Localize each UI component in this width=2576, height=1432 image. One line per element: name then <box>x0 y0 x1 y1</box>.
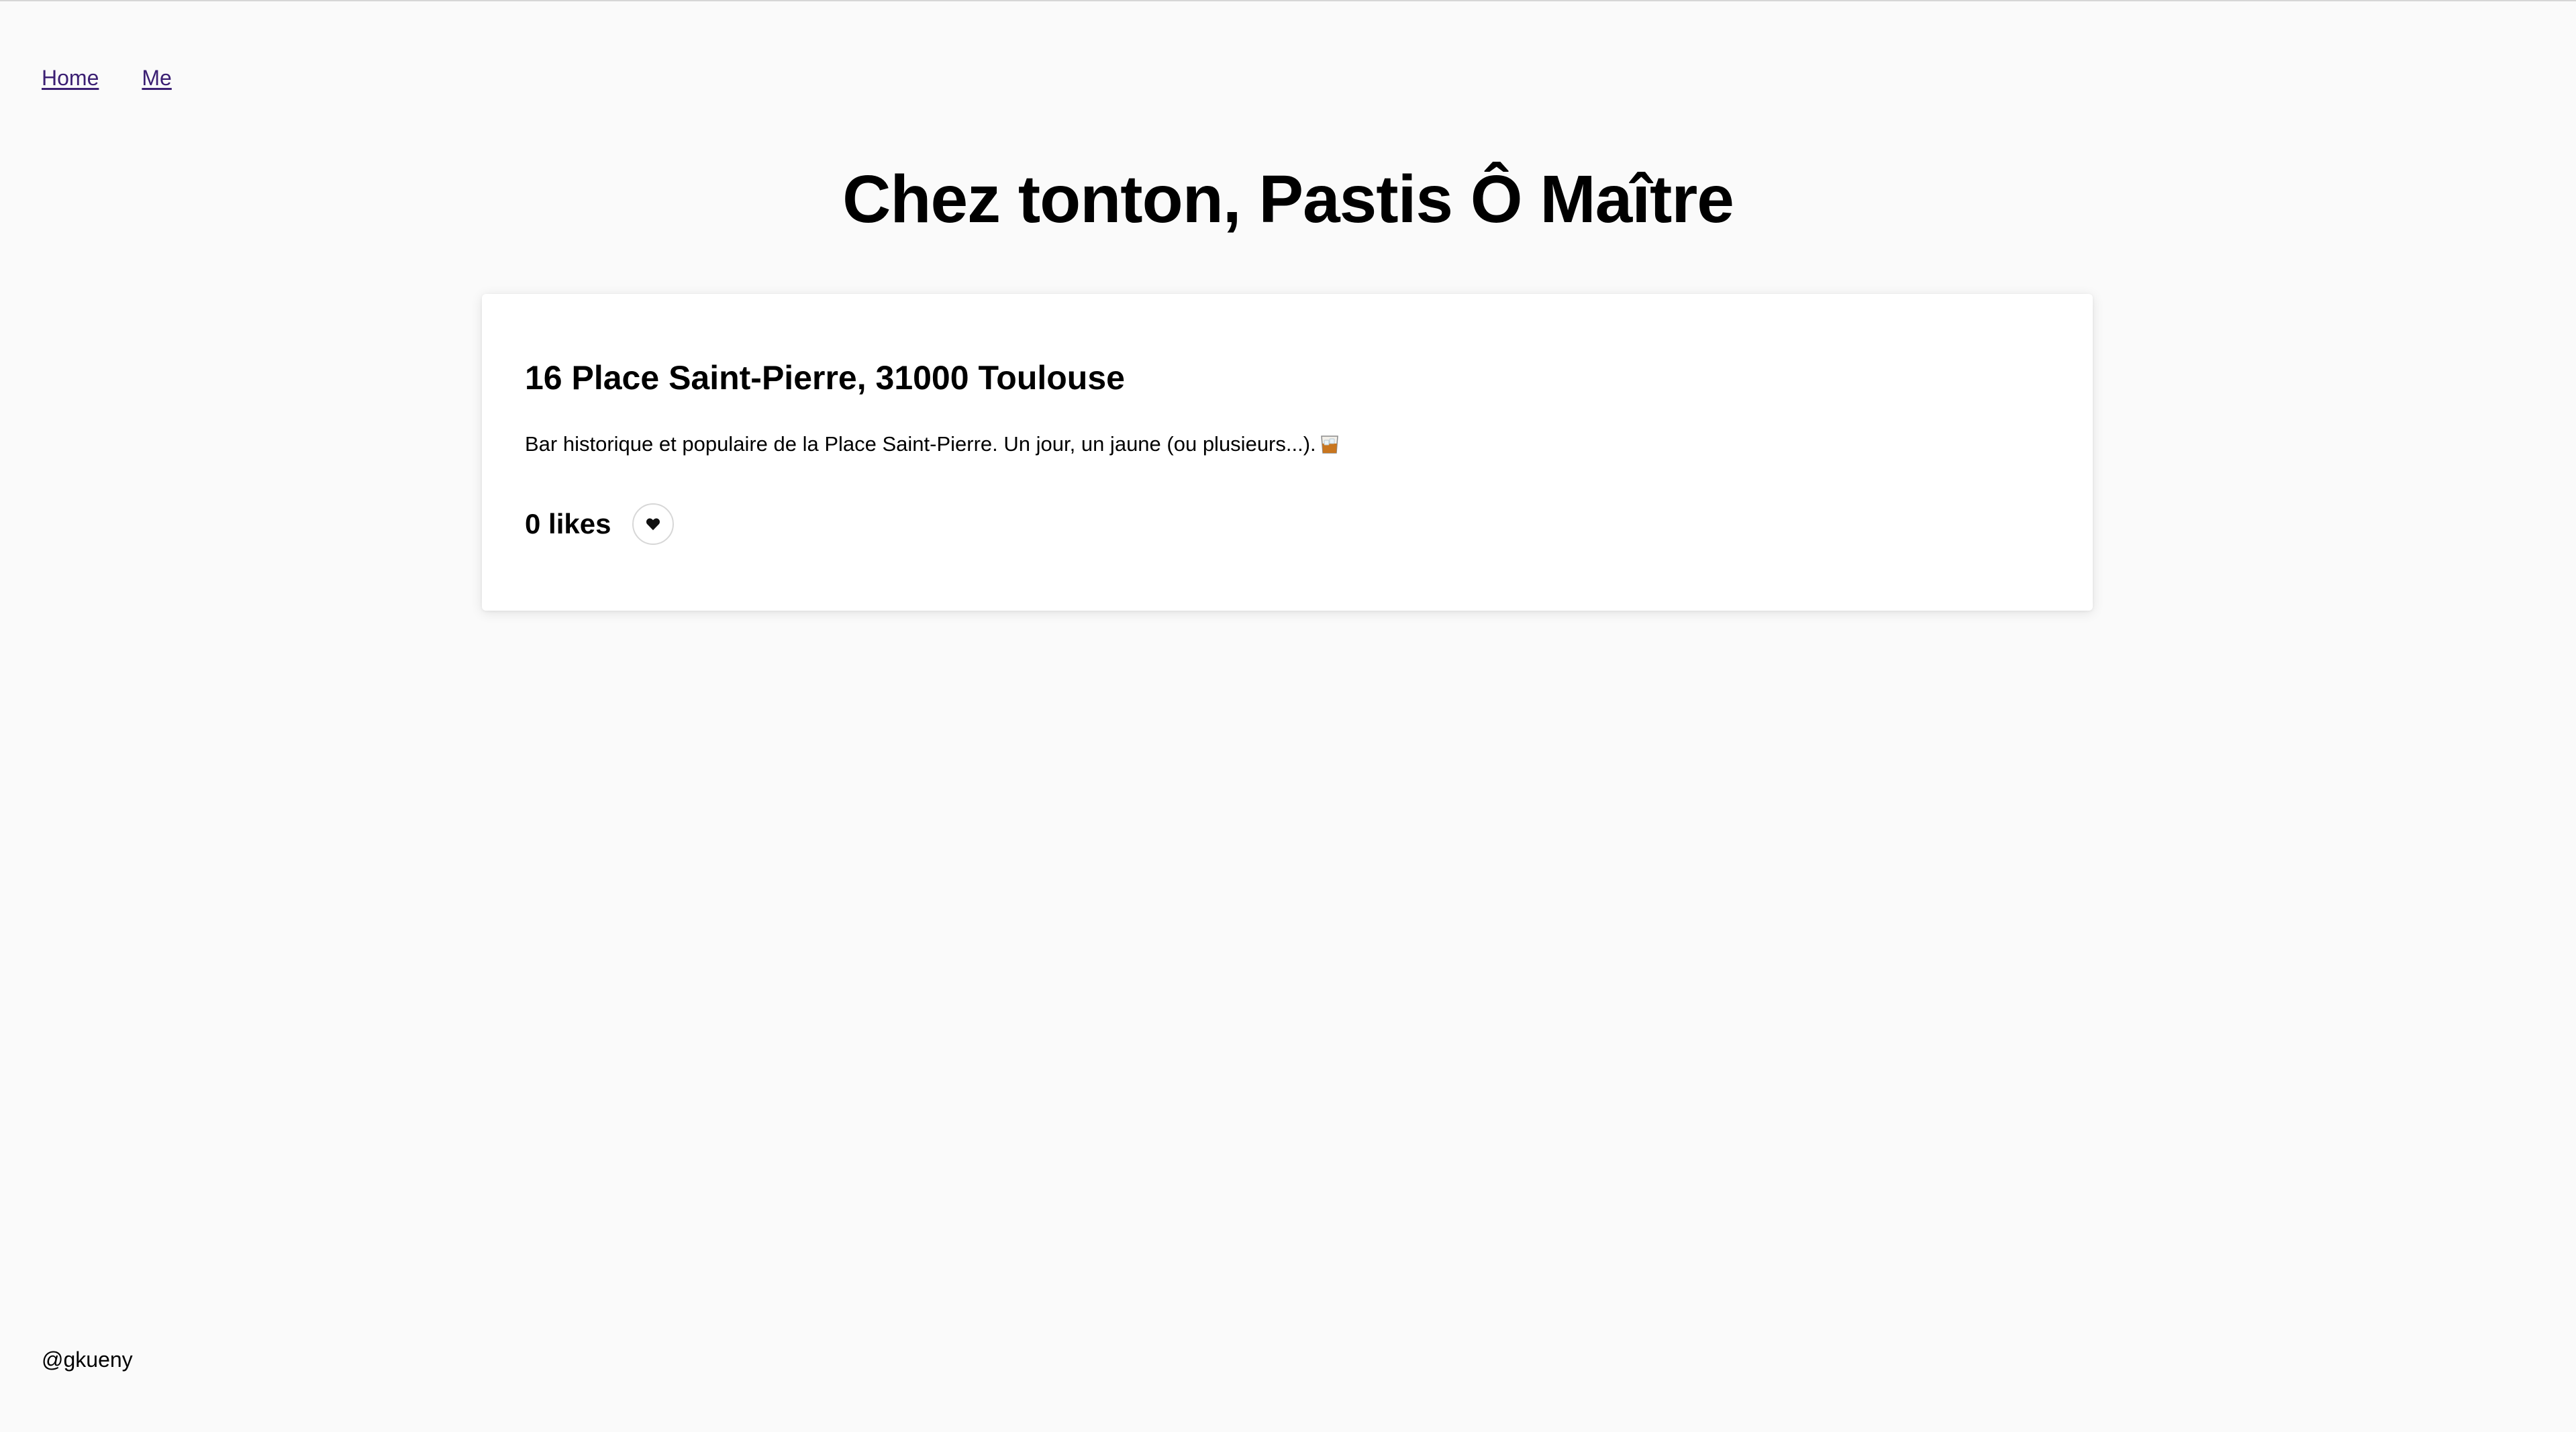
like-button[interactable] <box>632 503 675 545</box>
nav-link-me[interactable]: Me <box>142 66 171 91</box>
place-description-text: Bar historique et populaire de la Place … <box>525 432 1316 456</box>
page-title: Chez tonton, Pastis Ô Maître <box>842 162 1734 237</box>
footer-handle: @gkueny <box>42 1347 133 1372</box>
whisky-glass-icon <box>1320 436 1338 454</box>
likes-count: 0 likes <box>525 508 611 540</box>
place-address: 16 Place Saint-Pierre, 31000 Toulouse <box>525 359 1125 397</box>
top-nav: Home Me <box>42 66 172 91</box>
place-card: 16 Place Saint-Pierre, 31000 Toulouse Ba… <box>482 294 2093 611</box>
place-description: Bar historique et populaire de la Place … <box>525 432 1339 456</box>
heart-icon <box>646 518 660 531</box>
likes-row: 0 likes <box>525 503 675 545</box>
nav-link-home[interactable]: Home <box>42 66 99 91</box>
